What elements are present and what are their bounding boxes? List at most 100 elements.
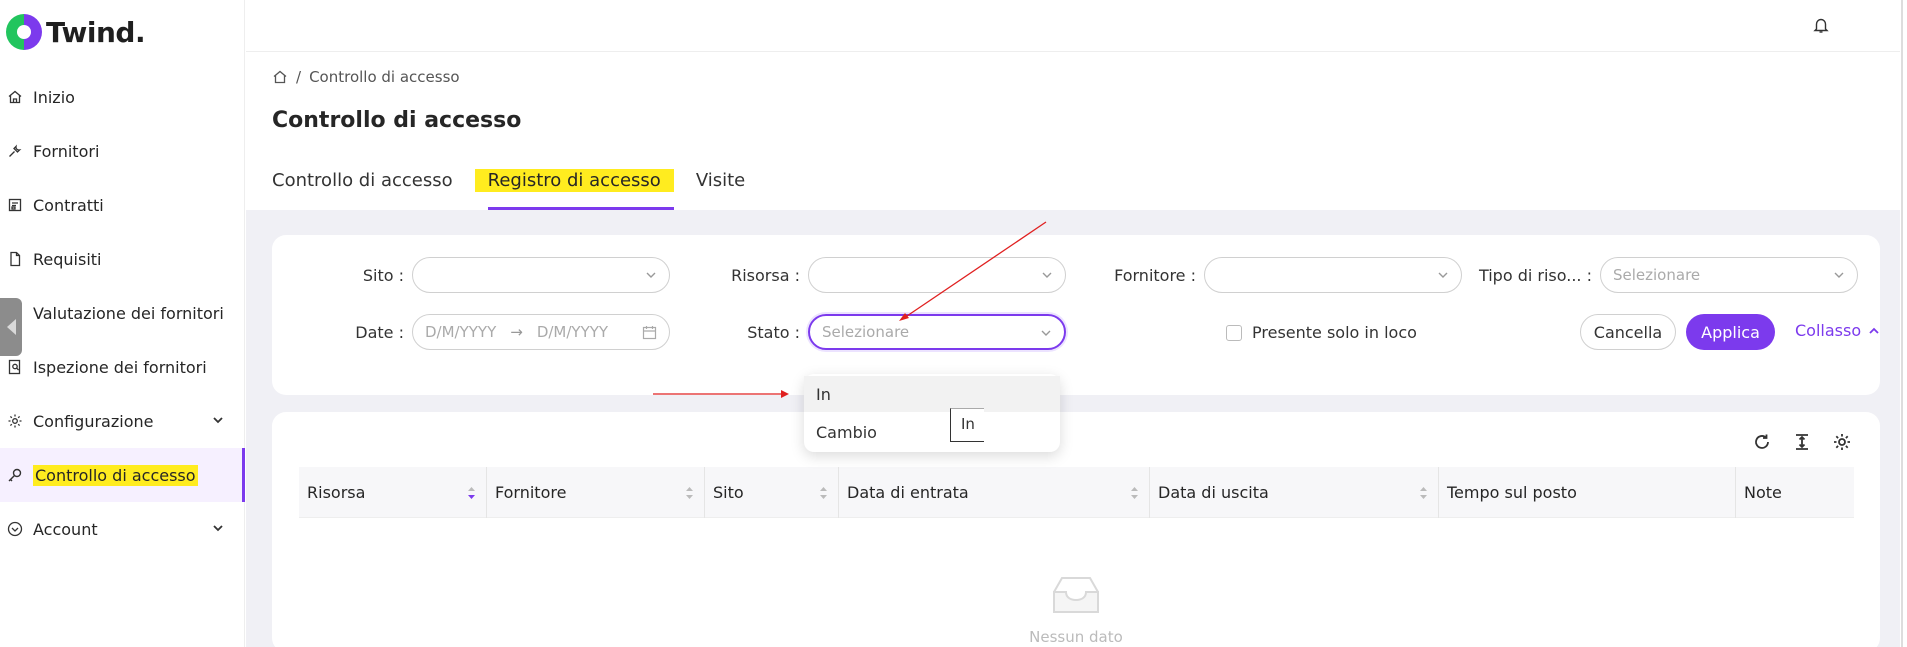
sort-icon[interactable] bbox=[467, 485, 476, 501]
column-height-icon[interactable] bbox=[1792, 432, 1812, 452]
sito-select[interactable] bbox=[412, 257, 670, 293]
sidebar-item-contratti[interactable]: Contratti bbox=[0, 178, 245, 232]
refresh-icon[interactable] bbox=[1752, 432, 1772, 452]
risorsa-label: Risorsa : bbox=[731, 265, 800, 285]
empty-state: Nessun dato bbox=[272, 572, 1880, 646]
stato-option-cambio[interactable]: Cambio bbox=[804, 414, 1060, 450]
sidebar: Twind. Inizio Fornitori Contratti Requis… bbox=[0, 0, 245, 647]
sidebar-nav: Inizio Fornitori Contratti Requisiti Val… bbox=[0, 70, 245, 556]
presente-checkbox-row[interactable]: Presente solo in loco bbox=[1226, 323, 1417, 342]
sito-label: Sito : bbox=[362, 265, 404, 285]
sort-icon[interactable] bbox=[1130, 485, 1139, 501]
sidebar-item-label: Requisiti bbox=[33, 249, 102, 269]
sort-icon[interactable] bbox=[819, 485, 828, 501]
home-icon[interactable] bbox=[272, 69, 288, 85]
workspace: Sito : Risorsa : Fornitore : Tipo di ris… bbox=[246, 210, 1900, 647]
sidebar-item-valutazione[interactable]: Valutazione dei fornitori bbox=[0, 286, 245, 340]
collapse-toggle[interactable]: Collasso bbox=[1795, 321, 1881, 340]
app-name: Twind. bbox=[46, 15, 146, 49]
stato-select[interactable]: Selezionare bbox=[808, 314, 1066, 350]
chevron-down-icon bbox=[213, 417, 223, 424]
sidebar-item-label: Account bbox=[33, 519, 98, 539]
chevron-down-icon bbox=[1042, 272, 1052, 278]
column-data-uscita[interactable]: Data di uscita bbox=[1150, 467, 1439, 518]
apply-row: Applica bbox=[1686, 314, 1775, 350]
sidebar-item-inizio[interactable]: Inizio bbox=[0, 70, 245, 124]
presente-checkbox[interactable] bbox=[1226, 324, 1242, 341]
column-sito[interactable]: Sito bbox=[705, 467, 839, 518]
fornitore-select[interactable] bbox=[1204, 257, 1462, 293]
logo[interactable]: Twind. bbox=[6, 14, 146, 50]
sidebar-collapse-handle[interactable] bbox=[0, 298, 22, 356]
sidebar-item-label: Configurazione bbox=[33, 411, 154, 431]
stato-dropdown: In Cambio bbox=[804, 374, 1060, 452]
date-separator: → bbox=[510, 323, 523, 341]
page-title: Controllo di accesso bbox=[272, 108, 522, 133]
sidebar-item-requisiti[interactable]: Requisiti bbox=[0, 232, 245, 286]
date-range-picker[interactable]: D/M/YYYY → D/M/YYYY bbox=[412, 314, 670, 350]
sidebar-item-label: Inizio bbox=[33, 87, 75, 107]
tab-label: Controllo di accesso bbox=[272, 170, 453, 191]
chevron-up-icon bbox=[1869, 327, 1879, 334]
sidebar-item-configurazione[interactable]: Configurazione bbox=[0, 394, 245, 448]
filter-tipo: Tipo di riso... : Selezionare bbox=[1460, 257, 1858, 293]
user-circle-icon bbox=[6, 520, 24, 538]
sidebar-item-label: Fornitori bbox=[33, 141, 100, 161]
app-root: Twind. Inizio Fornitori Contratti Requis… bbox=[0, 0, 1907, 647]
tab-visite[interactable]: Visite bbox=[696, 170, 745, 210]
gear-icon bbox=[6, 412, 24, 430]
sidebar-item-label: Contratti bbox=[33, 195, 104, 215]
sidebar-item-label: Controllo di accesso bbox=[33, 464, 198, 486]
column-note: Note bbox=[1744, 483, 1782, 502]
date-start-input[interactable]: D/M/YYYY bbox=[425, 323, 496, 341]
tab-label: Registro di accesso bbox=[474, 169, 674, 192]
settings-icon[interactable] bbox=[1832, 432, 1852, 452]
tab-registro-accesso[interactable]: Registro di accesso bbox=[474, 169, 675, 210]
tool-icon bbox=[6, 142, 24, 160]
key-icon bbox=[6, 466, 24, 484]
sidebar-item-ispezione[interactable]: Ispezione dei fornitori bbox=[0, 340, 245, 394]
scrollbar[interactable] bbox=[1901, 0, 1907, 647]
breadcrumb-current: Controllo di accesso bbox=[309, 68, 460, 86]
tabs: Controllo di accesso Registro di accesso… bbox=[272, 169, 767, 210]
column-tempo-posto: Tempo sul posto bbox=[1439, 467, 1736, 518]
collapse-label: Collasso bbox=[1795, 321, 1862, 340]
sort-icon[interactable] bbox=[1419, 485, 1428, 501]
stato-label: Stato : bbox=[747, 322, 800, 342]
tab-controllo-accesso[interactable]: Controllo di accesso bbox=[272, 170, 453, 210]
calendar-icon bbox=[642, 326, 657, 340]
stato-placeholder: Selezionare bbox=[822, 323, 910, 341]
breadcrumb: / Controllo di accesso bbox=[272, 68, 460, 86]
filter-sito: Sito : bbox=[272, 257, 670, 293]
filter-risorsa: Risorsa : bbox=[668, 257, 1066, 293]
chevron-down-icon bbox=[646, 272, 656, 278]
presente-label: Presente solo in loco bbox=[1252, 323, 1417, 342]
filter-fornitore: Fornitore : bbox=[1064, 257, 1462, 293]
tipo-select[interactable]: Selezionare bbox=[1600, 257, 1858, 293]
filter-date: Date : D/M/YYYY → D/M/YYYY bbox=[272, 314, 670, 350]
cancel-button[interactable]: Cancella bbox=[1580, 314, 1676, 350]
apply-button[interactable]: Applica bbox=[1686, 314, 1775, 350]
topbar bbox=[246, 0, 1900, 52]
page-header: / Controllo di accesso Controllo di acce… bbox=[246, 52, 1900, 210]
date-end-input[interactable]: D/M/YYYY bbox=[537, 323, 608, 341]
filter-card: Sito : Risorsa : Fornitore : Tipo di ris… bbox=[272, 235, 1880, 395]
sidebar-item-controllo-accesso[interactable]: Controllo di accesso bbox=[0, 448, 245, 502]
stato-option-in[interactable]: In bbox=[804, 376, 1060, 412]
filter-stato: Stato : Selezionare bbox=[668, 314, 1066, 350]
column-fornitore[interactable]: Fornitore bbox=[487, 467, 705, 518]
sidebar-item-account[interactable]: Account bbox=[0, 502, 245, 556]
tab-label: Visite bbox=[695, 170, 746, 191]
document-icon bbox=[6, 250, 24, 268]
column-risorsa[interactable]: Risorsa bbox=[299, 467, 487, 518]
date-label: Date : bbox=[355, 322, 404, 342]
fornitore-label: Fornitore : bbox=[1114, 265, 1196, 285]
sort-icon[interactable] bbox=[685, 485, 694, 501]
risorsa-select[interactable] bbox=[808, 257, 1066, 293]
sidebar-item-fornitori[interactable]: Fornitori bbox=[0, 124, 245, 178]
column-data-entrata[interactable]: Data di entrata bbox=[839, 467, 1150, 518]
option-tooltip: In bbox=[950, 408, 984, 442]
tipo-label: Tipo di riso... : bbox=[1478, 265, 1592, 285]
bell-icon[interactable] bbox=[1812, 16, 1830, 34]
sidebar-item-label: Ispezione dei fornitori bbox=[33, 357, 207, 377]
